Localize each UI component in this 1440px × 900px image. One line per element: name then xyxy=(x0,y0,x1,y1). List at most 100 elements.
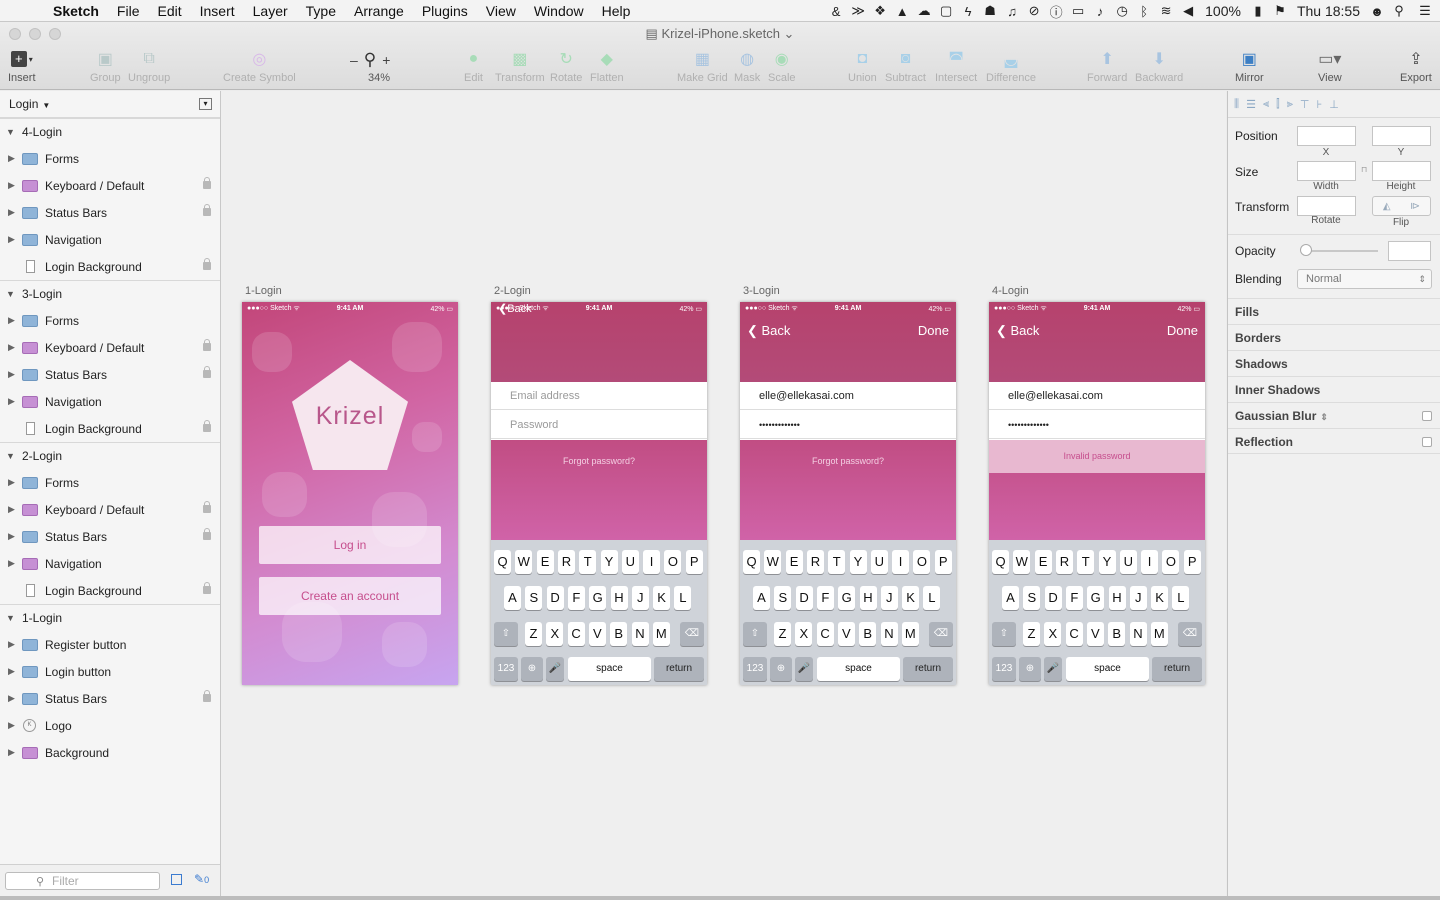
layer-item[interactable]: ▶ K Logo xyxy=(0,712,220,739)
login-button[interactable]: Log in xyxy=(259,526,441,564)
mic-key[interactable]: 🎤 xyxy=(795,657,813,681)
layer-item[interactable]: ▶ Navigation xyxy=(0,550,220,577)
menu-help[interactable]: Help xyxy=(593,0,640,22)
key-r[interactable]: R xyxy=(1055,550,1073,574)
layer-artboard[interactable]: ▼ 3-Login xyxy=(0,280,220,307)
key-f[interactable]: F xyxy=(816,586,834,610)
key-w[interactable]: W xyxy=(1013,550,1031,574)
blending-select[interactable]: Normal ⇕ xyxy=(1297,269,1432,289)
disclosure-closed-icon[interactable]: ▶ xyxy=(0,531,22,542)
key-d[interactable]: D xyxy=(1044,586,1062,610)
key-e[interactable]: E xyxy=(1034,550,1052,574)
email-field[interactable]: elle@ellekasai.com xyxy=(989,382,1205,410)
battery-icon[interactable]: ▮ xyxy=(1247,3,1269,19)
key-n[interactable]: N xyxy=(1129,622,1147,646)
zoom-out-button[interactable]: – xyxy=(350,52,358,68)
key-y[interactable]: Y xyxy=(849,550,867,574)
gaussian-blur-checkbox[interactable] xyxy=(1422,411,1432,421)
disclosure-open-icon[interactable]: ▼ xyxy=(0,127,22,137)
bell-icon[interactable]: ♪ xyxy=(1089,4,1111,19)
numbers-key[interactable]: 123 xyxy=(992,657,1016,681)
layer-item[interactable]: ▶ Navigation xyxy=(0,388,220,415)
view-button[interactable]: ▭▾ View xyxy=(1318,48,1342,84)
key-h[interactable]: H xyxy=(859,586,877,610)
disclosure-closed-icon[interactable]: ▶ xyxy=(0,666,22,677)
key-l[interactable]: L xyxy=(674,586,692,610)
menu-plugins[interactable]: Plugins xyxy=(413,0,477,22)
artboard-title[interactable]: 3-Login xyxy=(743,285,780,297)
drive-icon[interactable]: ▲ xyxy=(891,4,913,19)
intersect-button[interactable]: ◚ Intersect xyxy=(935,48,977,84)
layer-artboard[interactable]: ▼ 2-Login xyxy=(0,442,220,469)
mic-key[interactable]: 🎤 xyxy=(546,657,564,681)
edit-button[interactable]: ● Edit xyxy=(464,48,483,84)
shadows-section[interactable]: Shadows xyxy=(1228,350,1440,376)
key-p[interactable]: P xyxy=(685,550,703,574)
layer-item[interactable]: ▶ Status Bars xyxy=(0,361,220,388)
dropbox-icon[interactable]: ❖ xyxy=(869,3,891,19)
create-account-button[interactable]: Create an account xyxy=(259,577,441,615)
align-middle-icon[interactable]: ⊦ xyxy=(1317,98,1323,111)
insert-button[interactable]: + ▾ Insert xyxy=(8,48,36,84)
lock-icon[interactable] xyxy=(203,258,211,270)
key-j[interactable]: J xyxy=(631,586,649,610)
lock-icon[interactable] xyxy=(203,177,211,189)
layer-item[interactable]: ▶ Forms xyxy=(0,145,220,172)
key-p[interactable]: P xyxy=(1183,550,1201,574)
key-e[interactable]: E xyxy=(785,550,803,574)
key-v[interactable]: V xyxy=(837,622,855,646)
canvas[interactable]: 1-Login ●●●○○ Sketch ᯤ 9:41 AM 42% ▭ Kri… xyxy=(221,91,1226,896)
chevron-updown-icon[interactable]: ⇕ xyxy=(1320,412,1328,422)
group-button[interactable]: ▣ Group xyxy=(90,48,121,84)
key-s[interactable]: S xyxy=(774,586,792,610)
key-z[interactable]: Z xyxy=(1023,622,1040,646)
align-top-icon[interactable]: ⊤ xyxy=(1300,98,1310,111)
collapse-icon[interactable]: ▾ xyxy=(199,98,212,110)
globe-key[interactable]: ⊕ xyxy=(770,657,792,681)
no-entry-icon[interactable]: ⊘ xyxy=(1023,3,1045,19)
return-key[interactable]: return xyxy=(903,657,953,681)
disclosure-open-icon[interactable]: ▼ xyxy=(0,451,22,461)
shift-key[interactable]: ⇧ xyxy=(743,622,767,646)
export-button[interactable]: ⇪ Export xyxy=(1400,48,1432,84)
lock-ratio-icon[interactable]: ⊓ xyxy=(1361,165,1367,174)
layer-item[interactable]: ▶ Keyboard / Default xyxy=(0,334,220,361)
key-u[interactable]: U xyxy=(621,550,639,574)
key-s[interactable]: S xyxy=(525,586,543,610)
back-button[interactable]: ❮ Back xyxy=(747,323,790,339)
key-i[interactable]: I xyxy=(1141,550,1159,574)
key-u[interactable]: U xyxy=(1119,550,1137,574)
key-o[interactable]: O xyxy=(1162,550,1180,574)
artboard-4-login[interactable]: ●●●○○ Sketch ᯤ 9:41 AM 42% ▭ ❮ Back Done… xyxy=(989,302,1205,685)
layer-item[interactable]: ▶ Status Bars xyxy=(0,199,220,226)
artboard-title[interactable]: 2-Login xyxy=(494,285,531,297)
key-z[interactable]: Z xyxy=(525,622,542,646)
rotate-input[interactable] xyxy=(1297,196,1356,216)
align-bottom-icon[interactable]: ⊥ xyxy=(1329,98,1339,111)
key-t[interactable]: T xyxy=(579,550,597,574)
menu-layer[interactable]: Layer xyxy=(244,0,297,22)
disclosure-closed-icon[interactable]: ▶ xyxy=(0,639,22,650)
flip-control[interactable]: ◭ ⧐ xyxy=(1372,196,1431,216)
shift-key[interactable]: ⇧ xyxy=(494,622,518,646)
key-k[interactable]: K xyxy=(653,586,671,610)
disclosure-closed-icon[interactable]: ▶ xyxy=(0,153,22,164)
window-icon[interactable]: ▢ xyxy=(935,3,957,19)
key-a[interactable]: A xyxy=(504,586,521,610)
make-grid-button[interactable]: ▦ Make Grid xyxy=(677,48,728,84)
flip-horizontal-icon[interactable]: ◭ xyxy=(1383,201,1391,212)
distribute-vertical-icon[interactable]: ☰ xyxy=(1246,98,1256,111)
artboard-title[interactable]: 1-Login xyxy=(245,285,282,297)
key-t[interactable]: T xyxy=(1077,550,1095,574)
back-button[interactable]: ❮ Back xyxy=(996,323,1039,339)
key-b[interactable]: B xyxy=(1108,622,1126,646)
disclosure-closed-icon[interactable]: ▶ xyxy=(0,477,22,488)
forgot-password-link[interactable]: Forgot password? xyxy=(491,456,707,466)
key-g[interactable]: G xyxy=(838,586,856,610)
align-center-icon[interactable]: ⫿ xyxy=(1276,98,1280,111)
delete-key[interactable]: ⌫ xyxy=(680,622,704,646)
done-button[interactable]: Done xyxy=(918,323,949,338)
space-key[interactable]: space xyxy=(817,657,900,681)
union-button[interactable]: ◘ Union xyxy=(848,48,877,84)
create-symbol-button[interactable]: ◎ Create Symbol xyxy=(223,48,296,84)
